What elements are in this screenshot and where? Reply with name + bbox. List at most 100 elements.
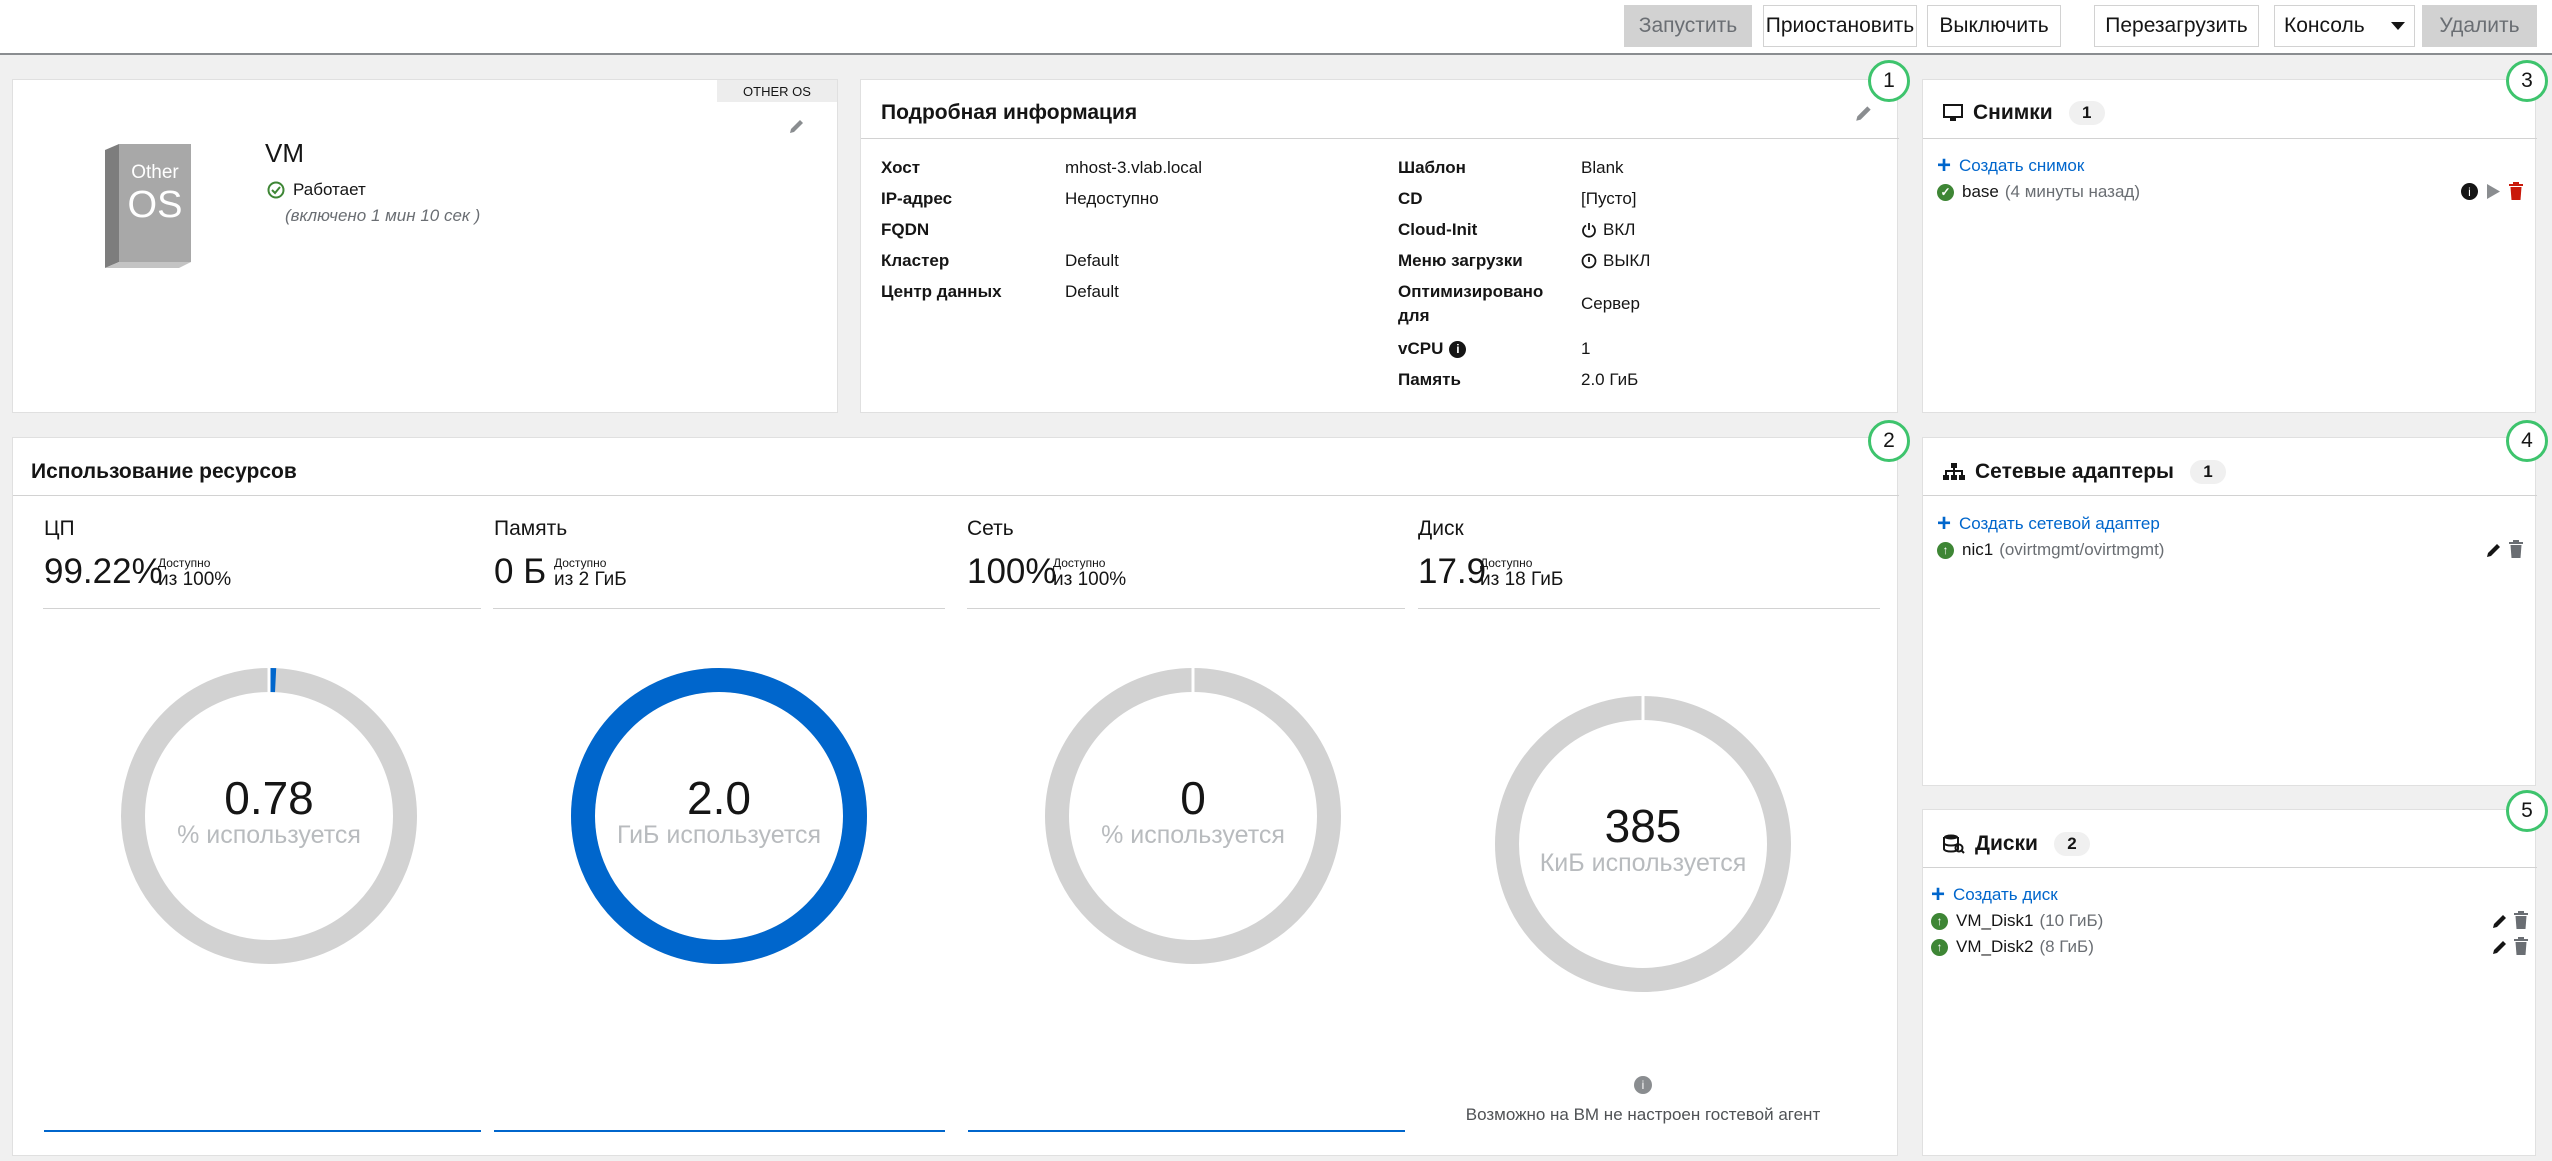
cluster-value: Default <box>1065 251 1119 270</box>
details-title: Подробная информация <box>881 101 1138 124</box>
plus-icon: + <box>1937 510 1952 537</box>
snapshots-count: 1 <box>2068 101 2105 125</box>
create-nic-link[interactable]: + Создать сетевой адаптер <box>1937 510 2160 537</box>
caret-down-icon <box>2390 22 2405 30</box>
guest-agent-note: Возможно на ВМ не настроен гостевой аген… <box>1465 1105 1821 1124</box>
utilization-card: Использование ресурсов ЦП 99.22% Доступн… <box>12 437 1899 1156</box>
optimized-label: Оптимизировано для <box>1398 282 1544 325</box>
snapshots-header: Снимки 1 <box>1943 101 2105 125</box>
memory-value: 2.0 ГиБ <box>1581 370 1639 389</box>
pencil-icon[interactable] <box>788 117 806 135</box>
vm-status-text: Работает <box>293 180 366 199</box>
info-icon[interactable]: i <box>1449 340 1467 358</box>
play-icon[interactable] <box>2485 183 2501 200</box>
pencil-icon[interactable] <box>2491 912 2509 930</box>
arrow-up-circle-icon: ↑ <box>1931 912 1948 930</box>
create-disk-link[interactable]: + Создать диск <box>1931 881 2058 908</box>
reboot-button[interactable]: Перезагрузить <box>2094 5 2259 47</box>
create-snapshot-link[interactable]: + Создать снимок <box>1937 152 2084 179</box>
vm-name: VM <box>265 138 304 168</box>
cd-label: CD <box>1398 189 1423 208</box>
snapshots-card: Снимки 1 + Создать снимок ✓ base (4 минут… <box>1922 79 2537 413</box>
cloudinit-label: Cloud-Init <box>1398 220 1478 239</box>
memory-label: Память <box>1398 370 1461 389</box>
cloudinit-value: ВКЛ <box>1581 218 1635 242</box>
arrow-up-circle-icon: ↑ <box>1931 938 1948 956</box>
remove-button[interactable]: Удалить <box>2422 5 2537 47</box>
datacenter-label: Центр данных <box>881 282 1002 301</box>
vm-status: Работает <box>267 180 366 200</box>
memory-sparkline <box>494 1130 945 1132</box>
divider <box>1923 495 2537 496</box>
trash-icon[interactable] <box>2508 540 2524 558</box>
ip-label: IP-адрес <box>881 189 953 208</box>
cpu-donut-label: 0.78 % используется <box>177 772 361 849</box>
console-label: Консоль <box>2284 14 2365 37</box>
cpu-sparkline <box>44 1130 481 1132</box>
nics-header: Сетевые адаптеры 1 <box>1943 460 2226 484</box>
suspend-button[interactable]: Приостановить <box>1763 5 1917 47</box>
section-number-4: 4 <box>2506 420 2548 462</box>
monitor-icon <box>1943 104 1963 121</box>
nic-row[interactable]: ↑ nic1 (ovirtmgmt/ovirtmgmt) <box>1937 540 2164 560</box>
disk-donut-label: 385 КиБ используется <box>1539 800 1747 877</box>
ip-value: Недоступно <box>1065 189 1159 208</box>
divider <box>1923 867 2537 868</box>
details-card: Подробная информация Хост mhost-3.vlab.l… <box>860 79 1899 413</box>
power-off-icon <box>1581 253 1597 269</box>
optimized-value: Сервер <box>1581 294 1640 313</box>
disks-card: Диски 2 + Создать диск ↑ VM_Disk1 (10 ГиБ… <box>1922 809 2537 1156</box>
section-number-2: 2 <box>1868 420 1910 462</box>
host-value: mhost-3.vlab.local <box>1065 158 1203 177</box>
section-number-5: 5 <box>2506 790 2548 832</box>
disk-row[interactable]: ↑ VM_Disk2 (8 ГиБ) <box>1931 937 2094 957</box>
network-donut-label: 0 % используется <box>1101 772 1285 849</box>
arrow-up-circle-icon: ↑ <box>1937 541 1954 559</box>
power-icon <box>1582 223 1596 238</box>
info-icon: i <box>1634 1076 1652 1094</box>
snapshot-row[interactable]: ✓ base (4 минуты назад) <box>1937 182 2140 202</box>
plus-icon: + <box>1937 152 1952 179</box>
datacenter-value: Default <box>1065 282 1119 301</box>
disk-row[interactable]: ↑ VM_Disk1 (10 ГиБ) <box>1931 911 2103 931</box>
shutdown-button[interactable]: Выключить <box>1927 5 2061 47</box>
os-tag: OTHER OS <box>717 80 837 102</box>
trash-icon[interactable] <box>2513 937 2529 955</box>
pencil-icon[interactable] <box>1854 103 1874 123</box>
host-label: Хост <box>881 158 921 177</box>
vm-overview-card: OTHER OS Other OS VM Работает (включено … <box>12 79 838 413</box>
nics-card: Сетевые адаптеры 1 + Создать сетевой адап… <box>1922 437 2537 786</box>
plus-icon: + <box>1931 881 1946 908</box>
trash-icon[interactable] <box>2508 182 2524 200</box>
disks-count: 2 <box>2053 832 2090 856</box>
running-status-icon <box>267 181 285 199</box>
bootmenu-label: Меню загрузки <box>1398 251 1523 270</box>
bootmenu-value: ВЫКЛ <box>1581 249 1650 273</box>
pencil-icon[interactable] <box>2491 938 2509 956</box>
disks-header: Диски 2 <box>1943 832 2090 856</box>
section-number-1: 1 <box>1868 60 1910 102</box>
network-icon <box>1943 463 1965 480</box>
divider <box>1923 138 2537 139</box>
check-circle-icon: ✓ <box>1937 183 1954 201</box>
vcpu-value: 1 <box>1581 339 1591 358</box>
vm-toolbar: Запустить Приостановить Выключить Переза… <box>0 0 2552 55</box>
template-label: Шаблон <box>1398 158 1466 177</box>
run-button[interactable]: Запустить <box>1624 5 1752 47</box>
memory-donut-label: 2.0 ГиБ используется <box>616 772 822 849</box>
divider <box>861 138 1899 139</box>
pencil-icon[interactable] <box>2485 541 2503 559</box>
trash-icon[interactable] <box>2513 911 2529 929</box>
network-sparkline <box>968 1130 1405 1132</box>
vm-uptime: (включено 1 мин 10 сек ) <box>285 206 481 225</box>
nics-count: 1 <box>2190 460 2226 484</box>
fqdn-label: FQDN <box>881 220 930 239</box>
cd-value: [Пусто] <box>1581 189 1637 208</box>
cluster-label: Кластер <box>881 251 950 270</box>
vcpu-label: vCPU i <box>1398 337 1467 361</box>
database-icon <box>1943 834 1965 854</box>
info-icon[interactable]: i <box>2461 183 2478 200</box>
section-number-3: 3 <box>2506 60 2548 102</box>
os-box-logo: Other OS <box>91 140 211 275</box>
console-dropdown[interactable]: Консоль <box>2274 5 2415 47</box>
